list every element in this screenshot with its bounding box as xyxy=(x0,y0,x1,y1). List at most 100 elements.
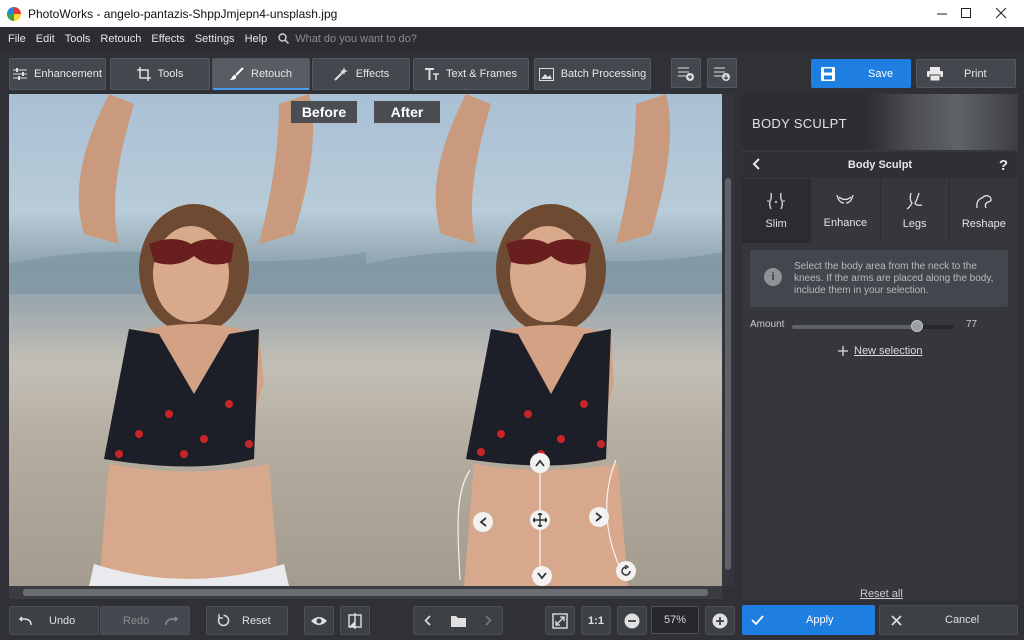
sliders-icon xyxy=(13,68,28,80)
tab-tools[interactable]: Tools xyxy=(110,58,210,90)
download-preset-button[interactable] xyxy=(707,58,737,88)
help-button[interactable]: ? xyxy=(999,157,1008,174)
canvas-vertical-scrollbar[interactable] xyxy=(722,94,734,586)
enhance-body-icon xyxy=(836,194,855,204)
reshape-arm-icon xyxy=(976,195,992,209)
window-title: PhotoWorks - angelo-pantazis-ShppJmjepn4… xyxy=(28,6,338,21)
rotate-handle[interactable] xyxy=(616,561,636,581)
move-center-handle[interactable] xyxy=(530,510,550,530)
horizontal-scroll-thumb[interactable] xyxy=(23,589,708,596)
save-icon xyxy=(821,66,835,81)
menu-bar: File Edit Tools Retouch Effects Settings… xyxy=(0,27,1024,50)
chevron-up-icon xyxy=(535,459,545,467)
reset-all-link[interactable]: Reset all xyxy=(860,588,903,600)
redo-button[interactable]: Redo xyxy=(100,606,190,635)
zoom-out-icon xyxy=(624,613,640,628)
tab-reshape[interactable]: Reshape xyxy=(949,179,1018,243)
before-label: Before xyxy=(291,101,357,123)
amount-slider-fill xyxy=(792,325,917,329)
back-button[interactable] xyxy=(752,157,760,173)
zoom-out-button[interactable] xyxy=(617,606,647,635)
menu-settings[interactable]: Settings xyxy=(190,33,240,45)
tab-text-frames-label: Text & Frames xyxy=(446,68,517,80)
file-navigation xyxy=(413,606,503,635)
slim-body-icon xyxy=(767,192,786,210)
chevron-right-icon xyxy=(485,615,492,626)
menu-edit[interactable]: Edit xyxy=(31,33,60,45)
move-down-handle[interactable] xyxy=(532,566,552,586)
chevron-down-icon xyxy=(537,572,547,580)
chevron-right-icon xyxy=(595,512,603,522)
redo-label: Redo xyxy=(123,614,150,627)
tab-retouch[interactable]: Retouch xyxy=(212,58,310,90)
tab-enhancement[interactable]: Enhancement xyxy=(9,58,106,90)
crop-icon xyxy=(136,67,151,81)
magic-wand-icon xyxy=(334,67,348,81)
menu-file[interactable]: File xyxy=(3,33,31,45)
close-icon xyxy=(995,8,1006,19)
undo-button[interactable]: Undo xyxy=(9,606,99,635)
folder-icon xyxy=(450,615,466,627)
tab-legs-label: Legs xyxy=(902,218,927,230)
tab-enhancement-label: Enhancement xyxy=(34,68,102,80)
menu-help[interactable]: Help xyxy=(240,33,273,45)
app-logo-icon xyxy=(7,6,21,21)
amount-value: 77 xyxy=(966,319,978,330)
tab-tools-label: Tools xyxy=(157,68,184,80)
search-box[interactable]: What do you want to do? xyxy=(278,33,417,45)
actual-size-button[interactable]: 1:1 xyxy=(581,606,611,635)
panel-header: BODY SCULPT xyxy=(742,94,1018,150)
apply-button[interactable]: Apply xyxy=(742,605,875,635)
tab-text-frames[interactable]: Text & Frames xyxy=(413,58,529,90)
previous-file-button[interactable] xyxy=(414,615,441,626)
after-photo: After xyxy=(366,94,722,586)
next-file-button[interactable] xyxy=(475,615,502,626)
cancel-button[interactable]: Cancel xyxy=(879,605,1018,635)
reset-button[interactable]: Reset xyxy=(206,606,288,635)
text-icon xyxy=(425,68,440,80)
tab-effects[interactable]: Effects xyxy=(312,58,410,90)
menu-effects[interactable]: Effects xyxy=(146,33,189,45)
menu-retouch[interactable]: Retouch xyxy=(95,33,146,45)
move-right-handle[interactable] xyxy=(589,507,609,527)
tab-batch-processing[interactable]: Batch Processing xyxy=(534,58,651,90)
new-selection-link[interactable]: New selection xyxy=(838,345,922,357)
print-label: Print xyxy=(964,67,987,80)
fit-to-screen-button[interactable] xyxy=(545,606,575,635)
save-label: Save xyxy=(868,67,894,80)
move-up-handle[interactable] xyxy=(530,453,550,473)
close-button[interactable] xyxy=(978,0,1024,27)
sculpt-tabs: Slim Enhance Legs Reshape xyxy=(742,179,1018,243)
chevron-left-icon xyxy=(424,615,431,626)
open-folder-button[interactable] xyxy=(441,615,474,627)
canvas-horizontal-scrollbar[interactable] xyxy=(9,586,722,599)
add-preset-button[interactable] xyxy=(671,58,701,88)
brush-icon xyxy=(230,66,244,80)
vertical-scroll-thumb[interactable] xyxy=(725,178,731,570)
zoom-level[interactable]: 57% xyxy=(651,606,699,634)
fit-screen-icon xyxy=(552,612,568,629)
amount-label: Amount xyxy=(750,319,785,330)
print-icon xyxy=(927,66,943,81)
zoom-in-button[interactable] xyxy=(705,606,735,635)
rotate-icon xyxy=(621,565,631,576)
menu-tools[interactable]: Tools xyxy=(60,33,96,45)
tab-slim[interactable]: Slim xyxy=(742,179,812,243)
preview-toggle-button[interactable] xyxy=(304,606,334,635)
move-left-handle[interactable] xyxy=(473,512,493,532)
tab-enhance-label: Enhance xyxy=(823,217,868,229)
checkmark-icon xyxy=(751,615,764,625)
reset-icon xyxy=(217,614,230,627)
amount-slider[interactable] xyxy=(792,325,954,329)
tab-effects-label: Effects xyxy=(355,68,390,80)
panel-subheader-title: Body Sculpt xyxy=(847,159,913,171)
save-button[interactable]: Save xyxy=(811,59,911,88)
photo-canvas[interactable]: Before After xyxy=(9,94,722,586)
chevron-left-icon xyxy=(479,517,487,527)
compare-button[interactable] xyxy=(340,606,370,635)
tab-legs[interactable]: Legs xyxy=(880,179,950,243)
preset-download-icon xyxy=(714,67,730,81)
print-button[interactable]: Print xyxy=(916,59,1016,88)
tab-enhance[interactable]: Enhance xyxy=(811,179,881,243)
amount-slider-thumb[interactable] xyxy=(910,320,923,332)
